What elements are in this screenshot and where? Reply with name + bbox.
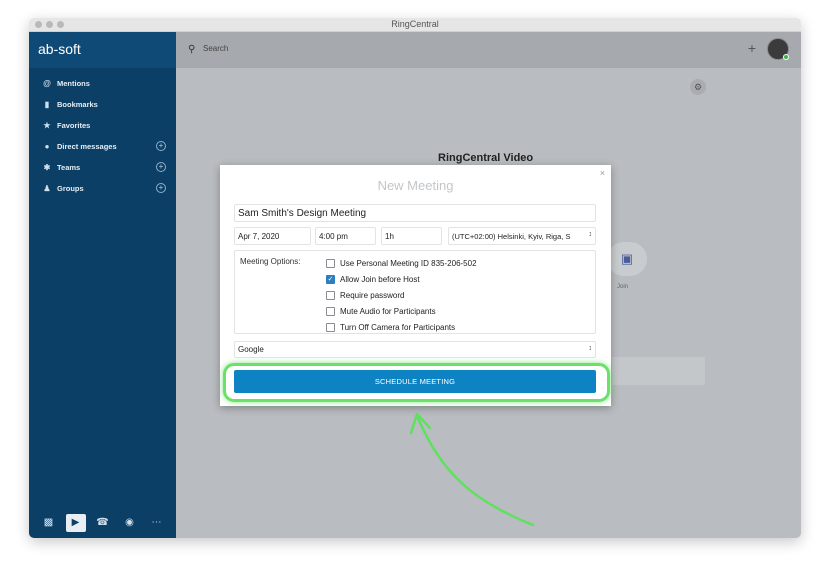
sidebar-item-teams[interactable]: ✱ Teams + bbox=[29, 157, 176, 178]
checkbox[interactable] bbox=[326, 322, 335, 332]
option-label: Require password bbox=[340, 290, 405, 300]
bookmark-icon: ▮ bbox=[44, 100, 50, 109]
search-icon: ⚲ bbox=[188, 44, 196, 55]
option-require-password[interactable]: Require password bbox=[326, 289, 404, 301]
teams-icon: ✱ bbox=[43, 163, 51, 172]
option-turn-off-camera[interactable]: Turn Off Camera for Participants bbox=[326, 321, 455, 333]
sidebar-item-label: Bookmarks bbox=[57, 100, 98, 109]
sidebar-nav: @ Mentions ▮ Bookmarks ★ Favorites ● Dir… bbox=[29, 68, 176, 199]
add-group-button[interactable]: + bbox=[156, 183, 166, 193]
sidebar-item-bookmarks[interactable]: ▮ Bookmarks bbox=[29, 94, 176, 115]
provider-value: Google bbox=[238, 345, 264, 354]
bottom-nav: ▩ ▶ ☎ ◉ ⋯ bbox=[29, 508, 176, 538]
option-label: Turn Off Camera for Participants bbox=[340, 322, 456, 332]
schedule-meeting-button[interactable]: SCHEDULE MEETING bbox=[234, 370, 596, 393]
time-field[interactable]: 4:00 pm bbox=[315, 227, 376, 245]
messages-icon[interactable]: ▩ bbox=[39, 514, 59, 532]
search-input[interactable]: Search bbox=[203, 44, 228, 53]
video-icon[interactable]: ▶ bbox=[65, 514, 86, 532]
checkbox[interactable] bbox=[326, 306, 335, 316]
checkbox[interactable] bbox=[326, 258, 335, 268]
dialog-title: New Meeting bbox=[377, 178, 454, 193]
meeting-options-label: Meeting Options: bbox=[240, 257, 301, 266]
groups-icon: ♟ bbox=[43, 184, 51, 193]
option-label: Allow Join before Host bbox=[340, 274, 420, 284]
sidebar-item-label: Favorites bbox=[57, 121, 91, 130]
select-arrows-icon: ↕ bbox=[588, 345, 593, 352]
timezone-select[interactable]: (UTC+02:00) Helsinki, Kyiv, Riga, S ↕ bbox=[448, 227, 596, 245]
star-icon: ★ bbox=[43, 121, 51, 130]
option-mute-audio[interactable]: Mute Audio for Participants bbox=[326, 305, 436, 317]
option-label: Use Personal Meeting ID 835-206-502 bbox=[340, 258, 477, 268]
meeting-name-input[interactable]: Sam Smith's Design Meeting bbox=[234, 204, 596, 222]
timezone-value: (UTC+02:00) Helsinki, Kyiv, Riga, S bbox=[452, 231, 571, 241]
more-icon[interactable]: ⋯ bbox=[147, 514, 167, 532]
page-title: RingCentral Video bbox=[438, 152, 534, 164]
avatar[interactable] bbox=[767, 38, 789, 60]
contacts-icon[interactable]: ◉ bbox=[120, 514, 140, 532]
sidebar-item-label: Teams bbox=[57, 163, 81, 172]
checkbox-checked[interactable]: ✓ bbox=[326, 274, 335, 284]
sidebar: ab-soft @ Mentions ▮ Bookmarks ★ Favorit… bbox=[29, 32, 176, 538]
gear-icon[interactable]: ⚙ bbox=[690, 79, 706, 95]
sidebar-item-direct-messages[interactable]: ● Direct messages + bbox=[29, 136, 176, 157]
provider-select[interactable]: Google ↕ bbox=[234, 341, 596, 358]
sidebar-item-label: Groups bbox=[57, 184, 84, 193]
background-panel bbox=[612, 357, 705, 385]
new-meeting-dialog: × New Meeting Sam Smith's Design Meeting… bbox=[220, 165, 611, 406]
title-bar: RingCentral bbox=[29, 18, 801, 32]
window-title: RingCentral bbox=[391, 19, 439, 29]
option-join-before-host[interactable]: ✓ Allow Join before Host bbox=[326, 273, 420, 285]
at-icon: @ bbox=[43, 79, 51, 88]
meeting-options-panel: Meeting Options: Use Personal Meeting ID… bbox=[234, 250, 596, 334]
select-arrows-icon: ↕ bbox=[588, 231, 593, 238]
join-label: Join bbox=[617, 284, 629, 290]
close-icon[interactable]: × bbox=[600, 168, 605, 178]
add-team-button[interactable]: + bbox=[156, 162, 166, 172]
join-button[interactable]: ▣ bbox=[607, 242, 647, 276]
sidebar-item-mentions[interactable]: @ Mentions bbox=[29, 73, 176, 94]
sidebar-item-label: Mentions bbox=[57, 79, 90, 88]
top-bar: ⚲ Search + bbox=[176, 32, 801, 68]
join-icon: ▣ bbox=[620, 251, 634, 266]
presence-indicator bbox=[783, 54, 789, 60]
option-personal-meeting-id[interactable]: Use Personal Meeting ID 835-206-502 bbox=[326, 257, 477, 269]
checkbox[interactable] bbox=[326, 290, 335, 300]
workspace-name[interactable]: ab-soft bbox=[29, 32, 176, 68]
duration-field[interactable]: 1h bbox=[381, 227, 442, 245]
sidebar-item-groups[interactable]: ♟ Groups + bbox=[29, 178, 176, 199]
person-icon: ● bbox=[44, 142, 50, 151]
date-field[interactable]: Apr 7, 2020 bbox=[234, 227, 311, 245]
add-direct-message-button[interactable]: + bbox=[156, 141, 166, 151]
add-icon[interactable]: + bbox=[748, 40, 756, 56]
option-label: Mute Audio for Participants bbox=[340, 306, 436, 316]
phone-icon[interactable]: ☎ bbox=[93, 514, 113, 532]
sidebar-item-favorites[interactable]: ★ Favorites bbox=[29, 115, 176, 136]
sidebar-item-label: Direct messages bbox=[57, 142, 117, 151]
